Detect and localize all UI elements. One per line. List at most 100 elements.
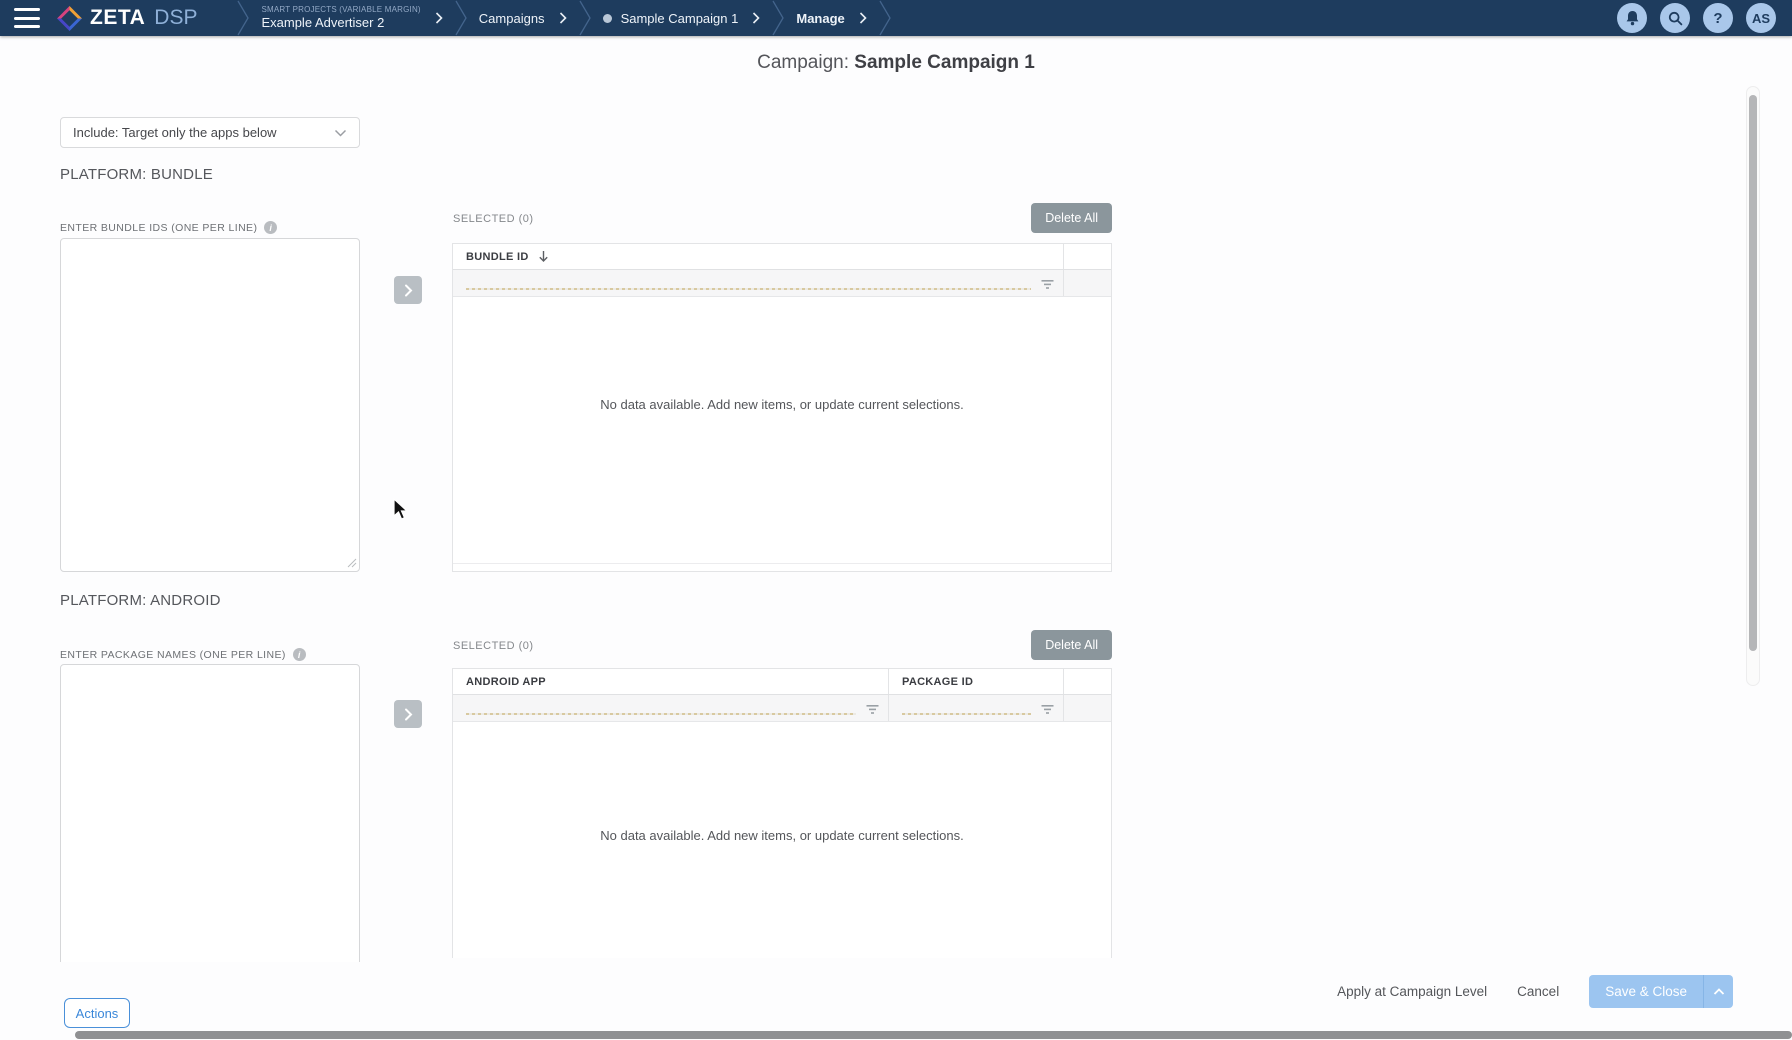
breadcrumb-separator-icon — [577, 0, 593, 36]
bundle-ids-textarea[interactable] — [60, 238, 360, 572]
android-section-heading: PLATFORM: ANDROID — [60, 592, 221, 609]
vertical-scrollbar-track[interactable] — [1746, 86, 1760, 686]
chevron-right-icon — [404, 284, 413, 297]
breadcrumb-manage-label: Manage — [796, 11, 844, 26]
android-filter-action-column — [1063, 695, 1111, 721]
bundle-selected-count: SELECTED (0) — [453, 213, 534, 225]
targeting-mode-value: Include: Target only the apps below — [73, 125, 277, 140]
breadcrumb-campaign[interactable]: Sample Campaign 1 — [593, 0, 771, 36]
chevron-right-icon[interactable] — [435, 12, 443, 24]
android-input-label: ENTER PACKAGE NAMES (ONE PER LINE) i — [60, 648, 306, 661]
breadcrumb-project-eyebrow: SMART PROJECTS (VARIABLE MARGIN) — [261, 5, 420, 15]
bundle-ids-textarea-wrap — [60, 238, 360, 572]
page-title-prefix: Campaign: — [757, 52, 849, 73]
sort-descending-icon[interactable] — [538, 250, 549, 263]
bundle-table: BUNDLE ID — [452, 243, 1112, 572]
package-id-filter-cell[interactable] — [889, 695, 1063, 721]
save-and-close-label: Save & Close — [1589, 975, 1703, 1008]
breadcrumb-advertiser[interactable]: SMART PROJECTS (VARIABLE MARGIN) Example… — [251, 0, 452, 36]
actions-button[interactable]: Actions — [64, 998, 130, 1028]
android-table-header: ANDROID APP PACKAGE ID — [453, 669, 1111, 695]
footer-right-actions: Apply at Campaign Level Cancel Save & Cl… — [1337, 975, 1733, 1008]
package-names-textarea-wrap — [60, 664, 360, 980]
save-and-close-button[interactable]: Save & Close — [1589, 975, 1733, 1008]
bundle-empty-message: No data available. Add new items, or upd… — [600, 397, 964, 412]
android-app-filter-input[interactable] — [466, 713, 856, 715]
chevron-up-icon — [1713, 988, 1725, 996]
bundle-id-column-header[interactable]: BUNDLE ID — [453, 244, 1063, 269]
android-table-body: No data available. Add new items, or upd… — [453, 722, 1111, 958]
top-navigation-bar: ZETA DSP SMART PROJECTS (VARIABLE MARGIN… — [0, 0, 1792, 36]
bundle-section-heading: PLATFORM: BUNDLE — [60, 166, 213, 183]
info-icon[interactable]: i — [264, 221, 277, 234]
bundle-table-filter-row — [453, 270, 1111, 297]
breadcrumb-separator-icon — [770, 0, 786, 36]
breadcrumb-separator-icon — [235, 0, 251, 36]
breadcrumb: SMART PROJECTS (VARIABLE MARGIN) Example… — [235, 0, 892, 36]
package-id-filter-input[interactable] — [902, 713, 1031, 715]
android-selected-count: SELECTED (0) — [453, 640, 534, 652]
bundle-input-label-text: ENTER BUNDLE IDS (ONE PER LINE) — [60, 222, 257, 234]
cancel-link[interactable]: Cancel — [1517, 984, 1559, 999]
breadcrumb-advertiser-label: Example Advertiser 2 — [261, 15, 420, 31]
package-id-column-label: PACKAGE ID — [902, 676, 973, 688]
filter-icon[interactable] — [1041, 277, 1054, 295]
bell-icon — [1625, 10, 1640, 26]
mouse-cursor-icon — [393, 498, 410, 521]
bundle-id-filter-input[interactable] — [466, 288, 1031, 290]
page-title: Campaign: Sample Campaign 1 — [0, 52, 1792, 74]
hamburger-menu-icon[interactable] — [14, 8, 40, 28]
campaign-status-dot-icon — [603, 14, 612, 23]
zeta-dsp-logo[interactable]: ZETA DSP — [56, 0, 197, 36]
help-button[interactable]: ? — [1703, 3, 1733, 33]
bundle-id-filter-cell[interactable] — [453, 270, 1063, 296]
android-app-column-header[interactable]: ANDROID APP — [453, 669, 889, 694]
breadcrumb-campaigns[interactable]: Campaigns — [469, 0, 577, 36]
bundle-panel-head: SELECTED (0) Delete All — [452, 203, 1112, 243]
android-empty-message: No data available. Add new items, or upd… — [600, 828, 964, 843]
search-icon — [1668, 11, 1683, 26]
bundle-id-column-label: BUNDLE ID — [466, 251, 529, 263]
android-panel-head: SELECTED (0) Delete All — [452, 630, 1112, 668]
android-app-column-label: ANDROID APP — [466, 676, 546, 688]
package-names-textarea[interactable] — [60, 664, 360, 980]
filter-icon[interactable] — [866, 702, 879, 720]
bundle-table-body: No data available. Add new items, or upd… — [453, 297, 1111, 563]
app-manage-page: ZETA DSP SMART PROJECTS (VARIABLE MARGIN… — [0, 0, 1792, 1040]
bundle-delete-all-button[interactable]: Delete All — [1031, 203, 1112, 233]
bundle-table-header: BUNDLE ID — [453, 244, 1111, 270]
android-delete-all-button[interactable]: Delete All — [1031, 630, 1112, 660]
android-app-filter-cell[interactable] — [453, 695, 889, 721]
vertical-scrollbar-thumb[interactable] — [1749, 95, 1757, 651]
search-button[interactable] — [1660, 3, 1690, 33]
bundle-filter-action-column — [1063, 270, 1111, 296]
save-options-toggle[interactable] — [1704, 975, 1733, 1008]
breadcrumb-campaign-label: Sample Campaign 1 — [621, 11, 739, 26]
package-id-column-header[interactable]: PACKAGE ID — [889, 669, 1063, 694]
chevron-right-icon[interactable] — [559, 12, 567, 24]
breadcrumb-manage[interactable]: Manage — [786, 0, 876, 36]
breadcrumb-separator-icon — [453, 0, 469, 36]
avatar-initials: AS — [1752, 11, 1770, 26]
logo-text-dsp: DSP — [154, 6, 197, 30]
zeta-diamond-icon — [56, 5, 83, 32]
android-table: ANDROID APP PACKAGE ID — [452, 668, 1112, 958]
chevron-right-icon — [404, 708, 413, 721]
chevron-down-icon — [334, 129, 347, 137]
filter-icon[interactable] — [1041, 702, 1054, 720]
info-icon[interactable]: i — [293, 648, 306, 661]
android-transfer-button[interactable] — [394, 700, 422, 728]
chevron-right-icon[interactable] — [752, 12, 760, 24]
horizontal-scrollbar-thumb[interactable] — [75, 1031, 1792, 1039]
chevron-right-icon[interactable] — [859, 12, 867, 24]
breadcrumb-separator-icon — [877, 0, 893, 36]
bundle-transfer-button[interactable] — [394, 276, 422, 304]
bundle-input-label: ENTER BUNDLE IDS (ONE PER LINE) i — [60, 221, 277, 234]
targeting-mode-dropdown[interactable]: Include: Target only the apps below — [60, 117, 360, 148]
notifications-button[interactable] — [1617, 3, 1647, 33]
bundle-selected-panel: SELECTED (0) Delete All BUNDLE ID — [452, 203, 1112, 243]
apply-at-campaign-level-link[interactable]: Apply at Campaign Level — [1337, 984, 1487, 999]
user-avatar[interactable]: AS — [1746, 3, 1776, 33]
android-table-filter-row — [453, 695, 1111, 722]
topbar-utility-buttons: ? AS — [1617, 0, 1792, 36]
